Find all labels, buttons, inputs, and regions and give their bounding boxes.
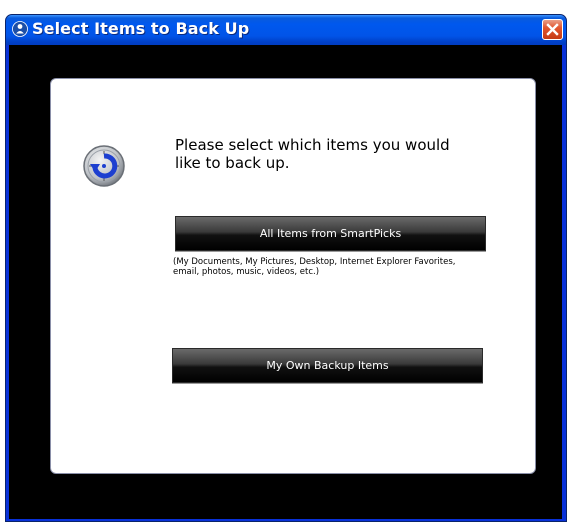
content-panel: Please select which items you would like… [50, 78, 536, 474]
client-area: Please select which items you would like… [9, 45, 562, 519]
close-x-icon [546, 23, 559, 36]
all-items-smartpicks-button[interactable]: All Items from SmartPicks [175, 216, 486, 251]
window-title: Select Items to Back Up [32, 19, 250, 38]
close-button[interactable] [542, 19, 563, 40]
backup-clock-arrow-icon [80, 142, 128, 190]
title-bar[interactable]: Select Items to Back Up [6, 15, 566, 45]
prompt-text: Please select which items you would like… [175, 136, 450, 172]
app-person-icon [12, 21, 28, 37]
smartpicks-description: (My Documents, My Pictures, Desktop, Int… [173, 257, 456, 277]
dialog-window: Select Items to Back Up Please select wh… [5, 14, 567, 522]
own-backup-items-button[interactable]: My Own Backup Items [172, 348, 483, 383]
